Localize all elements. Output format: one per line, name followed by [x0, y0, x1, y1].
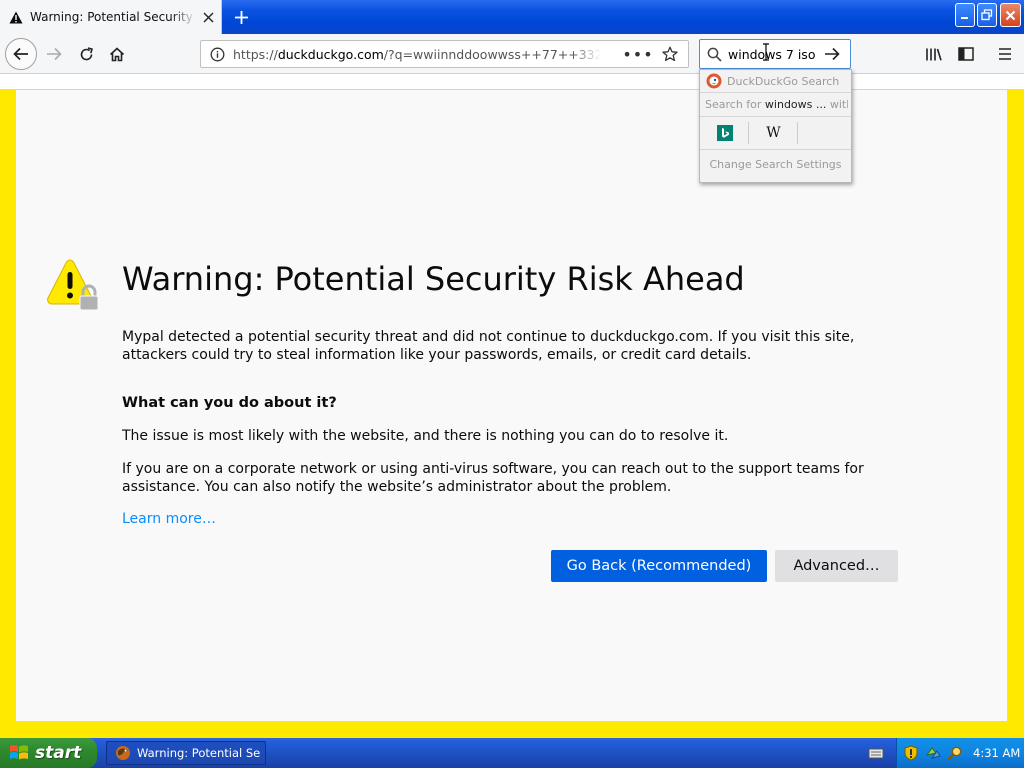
search-for-suffix: with: — [829, 98, 848, 111]
search-tray-icon[interactable] — [947, 745, 963, 761]
search-for-term: windows ... — [764, 98, 827, 111]
sidebar-icon — [958, 47, 974, 61]
close-icon[interactable] — [200, 9, 216, 25]
start-button[interactable]: start — [0, 738, 97, 768]
back-button[interactable] — [5, 38, 37, 70]
warning-triangle-icon — [8, 9, 24, 25]
system-tray: 4:31 AM — [896, 738, 1024, 768]
windows-flag-icon — [10, 745, 28, 760]
question-heading: What can you do about it? — [122, 395, 337, 411]
corporate-paragraph: If you are on a corporate network or usi… — [122, 461, 864, 495]
page-actions-button[interactable]: ••• — [622, 45, 652, 64]
clock: 4:31 AM — [973, 746, 1021, 760]
current-engine-row[interactable]: DuckDuckGo Search — [700, 70, 851, 93]
learn-more-link[interactable]: Learn more… — [122, 511, 216, 527]
page-title: Warning: Potential Security Risk Ahead — [122, 260, 745, 298]
search-input[interactable]: windows 7 iso — [728, 47, 818, 62]
keyboard-icon[interactable] — [868, 746, 884, 760]
network-icon[interactable] — [925, 745, 941, 761]
plus-icon — [234, 10, 248, 24]
advanced-button[interactable]: Advanced… — [775, 550, 898, 582]
url-host: duckduckgo.com — [277, 46, 384, 62]
taskbar: start Warning: Potential Se... 4:31 AM — [0, 738, 1024, 768]
search-go-arrow-icon[interactable] — [818, 47, 846, 61]
home-icon — [109, 46, 125, 61]
search-suggestions-popup: DuckDuckGo Search Search for windows ...… — [699, 69, 852, 183]
minimize-button[interactable] — [955, 3, 975, 27]
library-button[interactable] — [920, 40, 948, 68]
navigation-toolbar: https://duckduckgo.com/?q=wwiinnddoowwss… — [0, 34, 1024, 74]
issue-paragraph: The issue is most likely with the websit… — [122, 428, 729, 444]
warning-lock-icon — [47, 259, 99, 311]
mypal-browser-icon — [116, 746, 130, 760]
new-tab-button[interactable] — [229, 5, 253, 29]
url-bar[interactable]: https://duckduckgo.com/?q=wwiinnddoowwss… — [200, 40, 689, 68]
tab-active[interactable]: Warning: Potential Security Risk Ahead — [0, 0, 222, 34]
arrow-right-icon — [47, 47, 62, 61]
title-bar: Warning: Potential Security Risk Ahead — [0, 0, 1024, 34]
arrow-left-icon — [13, 47, 28, 61]
url-prefix: https:// — [233, 46, 278, 62]
bing-icon — [716, 125, 733, 141]
reload-icon — [80, 46, 93, 60]
duckduckgo-icon — [706, 73, 722, 89]
url-path: /?q=wwiinnddoowwss++77++3322bbiitt — [383, 46, 601, 62]
sidebar-button[interactable] — [952, 40, 980, 68]
home-button[interactable] — [103, 40, 131, 68]
search-bar[interactable]: windows 7 iso — [699, 39, 851, 69]
window-close-button[interactable] — [1000, 3, 1021, 27]
forward-button[interactable] — [40, 40, 68, 68]
engine-name: DuckDuckGo Search — [727, 74, 840, 88]
change-search-settings[interactable]: Change Search Settings — [700, 158, 851, 171]
security-shield-icon[interactable] — [903, 745, 919, 761]
search-for-row: Search for windows ... with: — [705, 98, 848, 111]
wikipedia-engine-button[interactable]: W — [750, 122, 798, 144]
hamburger-menu-icon — [999, 48, 1011, 60]
intro-paragraph: Mypal detected a potential security thre… — [122, 329, 855, 363]
wikipedia-icon: W — [766, 125, 781, 141]
search-for-prefix: Search for — [705, 98, 765, 111]
start-label: start — [35, 743, 82, 763]
info-icon[interactable] — [201, 47, 233, 62]
text-cursor-icon — [763, 43, 769, 61]
alt-engines-row: W — [700, 116, 851, 150]
taskbar-window-label: Warning: Potential Se... — [137, 746, 261, 760]
reload-button[interactable] — [72, 40, 100, 68]
restore-icon — [981, 9, 993, 21]
close-x-icon — [1005, 10, 1016, 20]
minimize-icon — [961, 17, 968, 19]
bookmark-star-icon[interactable] — [659, 46, 681, 62]
tab-title: Warning: Potential Security Risk Ahead — [30, 10, 196, 24]
library-icon — [926, 48, 942, 61]
menu-button[interactable] — [991, 40, 1019, 68]
url-text[interactable]: https://duckduckgo.com/?q=wwiinnddoowwss… — [233, 47, 601, 62]
restore-button[interactable] — [977, 3, 997, 27]
bing-engine-button[interactable] — [701, 122, 749, 144]
taskbar-window-button[interactable]: Warning: Potential Se... — [106, 741, 266, 765]
go-back-button[interactable]: Go Back (Recommended) — [551, 550, 767, 582]
search-icon[interactable] — [700, 47, 728, 62]
